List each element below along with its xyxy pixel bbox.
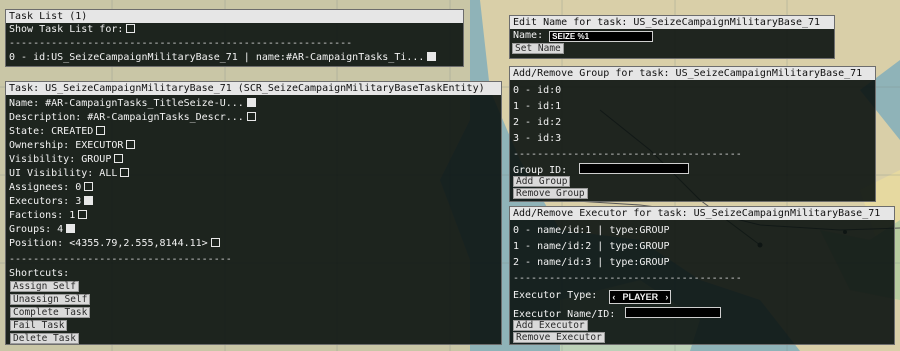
task-field-assignees-checkbox[interactable] <box>84 182 94 191</box>
executor-type-value: PLAYER <box>622 292 659 302</box>
unassign-self-button[interactable]: Unassign Self <box>10 294 91 305</box>
show-task-list-checkbox[interactable] <box>126 24 136 33</box>
task-field-factions-checkbox[interactable] <box>78 210 88 219</box>
assign-self-button[interactable]: Assign Self <box>10 281 79 292</box>
task-field-visibility: Visibility: GROUP <box>6 153 501 167</box>
task-field-ownership: Ownership: EXECUTOR <box>6 139 501 153</box>
task-field-position-checkbox[interactable] <box>210 238 220 247</box>
executor-panel: Add/Remove Executor for task: US_SeizeCa… <box>509 206 895 345</box>
task-field-description-label: Description: #AR-CampaignTasks_Descr... <box>9 112 244 123</box>
executor-name-input[interactable] <box>625 307 722 318</box>
edit-name-input[interactable]: SEIZE %1 <box>549 31 654 42</box>
executor-item[interactable]: 2 - name/id:3 | type:GROUP <box>510 255 894 271</box>
task-field-state: State: CREATED <box>6 125 501 139</box>
executor-item[interactable]: 0 - name/id:1 | type:GROUP <box>510 223 894 239</box>
task-field-state-label: State: CREATED <box>9 126 94 137</box>
task-list-item[interactable]: 0 - id:US_SeizeCampaignMilitaryBase_71 |… <box>6 51 463 65</box>
show-task-list-label: Show Task List for: <box>9 24 124 35</box>
task-list-title: Task List (1) <box>6 10 463 23</box>
executor-panel-separator: -------------------------------------- <box>513 273 742 284</box>
task-field-assignees-label: Assignees: 0 <box>9 182 82 193</box>
task-field-executors-label: Executors: 3 <box>9 196 82 207</box>
group-item[interactable]: 0 - id:0 <box>510 83 875 99</box>
fail-task-button[interactable]: Fail Task <box>10 320 68 331</box>
task-field-assignees: Assignees: 0 <box>6 181 501 195</box>
edit-name-panel: Edit Name for task: US_SeizeCampaignMili… <box>509 15 835 59</box>
shortcuts-label: Shortcuts: <box>9 268 70 279</box>
show-task-list-row: Show Task List for: <box>6 23 463 37</box>
task-field-factions-label: Factions: 1 <box>9 210 76 221</box>
task-list-separator: ----------------------------------------… <box>9 38 353 49</box>
edit-name-row: Name: SEIZE %1 <box>510 29 834 43</box>
executor-panel-title: Add/Remove Executor for task: US_SeizeCa… <box>510 207 894 220</box>
group-id-label: Group ID: <box>513 165 568 176</box>
task-field-ownership-label: Ownership: EXECUTOR <box>9 140 124 151</box>
delete-task-row: Delete Task <box>6 333 501 346</box>
group-item[interactable]: 3 - id:3 <box>510 131 875 147</box>
task-field-ui-visibility: UI Visibility: ALL <box>6 167 501 181</box>
chevron-right-icon[interactable]: › <box>665 292 668 302</box>
group-item[interactable]: 2 - id:2 <box>510 115 875 131</box>
group-panel: Add/Remove Group for task: US_SeizeCampa… <box>509 66 876 202</box>
edit-name-title: Edit Name for task: US_SeizeCampaignMili… <box>510 16 834 29</box>
task-field-factions: Factions: 1 <box>6 209 501 223</box>
set-name-button[interactable]: Set Name <box>512 43 564 54</box>
assign-self-row: Assign Self <box>6 281 501 294</box>
unassign-self-row: Unassign Self <box>6 294 501 307</box>
add-executor-button[interactable]: Add Executor <box>513 320 588 331</box>
edit-name-label: Name: <box>513 30 544 41</box>
executor-name-row: Executor Name/ID: <box>510 307 894 320</box>
task-field-name-checkbox[interactable] <box>246 98 256 107</box>
task-field-groups-label: Groups: 4 <box>9 224 64 235</box>
remove-executor-button[interactable]: Remove Executor <box>513 332 605 343</box>
group-id-row: Group ID: <box>510 163 875 176</box>
task-field-executors: Executors: 3 <box>6 195 501 209</box>
task-list-item-label: 0 - id:US_SeizeCampaignMilitaryBase_71 |… <box>9 52 425 63</box>
executor-name-label: Executor Name/ID: <box>513 309 616 320</box>
task-field-ownership-checkbox[interactable] <box>126 140 136 149</box>
task-field-visibility-label: Visibility: GROUP <box>9 154 112 165</box>
executor-item[interactable]: 1 - name/id:2 | type:GROUP <box>510 239 894 255</box>
task-detail-panel: Task: US_SeizeCampaignMilitaryBase_71 (S… <box>5 81 502 345</box>
add-group-button[interactable]: Add Group <box>513 176 571 187</box>
group-panel-title: Add/Remove Group for task: US_SeizeCampa… <box>510 67 875 80</box>
task-field-name: Name: #AR-CampaignTasks_TitleSeize-U... <box>6 97 501 111</box>
task-field-position-label: Position: <4355.79,2.555,8144.11> <box>9 238 208 249</box>
task-field-ui-visibility-label: UI Visibility: ALL <box>9 168 118 179</box>
task-field-executors-checkbox[interactable] <box>84 196 94 205</box>
task-detail-separator: ------------------------------------- <box>9 254 232 265</box>
complete-task-row: Complete Task <box>6 307 501 320</box>
task-field-name-label: Name: #AR-CampaignTasks_TitleSeize-U... <box>9 98 244 109</box>
executor-type-select[interactable]: ‹ PLAYER › <box>609 290 672 304</box>
task-detail-title: Task: US_SeizeCampaignMilitaryBase_71 (S… <box>6 82 501 95</box>
task-field-ui-visibility-checkbox[interactable] <box>120 168 130 177</box>
complete-task-button[interactable]: Complete Task <box>10 307 91 318</box>
group-id-input[interactable] <box>579 163 690 174</box>
group-item[interactable]: 1 - id:1 <box>510 99 875 115</box>
group-panel-separator: -------------------------------------- <box>513 149 742 160</box>
task-field-position: Position: <4355.79,2.555,8144.11> <box>6 237 501 251</box>
task-field-description: Description: #AR-CampaignTasks_Descr... <box>6 111 501 125</box>
task-field-groups: Groups: 4 <box>6 223 501 237</box>
remove-group-button[interactable]: Remove Group <box>513 188 588 199</box>
task-list-item-checkbox[interactable] <box>427 52 437 61</box>
task-field-description-checkbox[interactable] <box>246 112 256 121</box>
task-field-groups-checkbox[interactable] <box>66 224 76 233</box>
fail-task-row: Fail Task <box>6 320 501 333</box>
task-list-panel: Task List (1) Show Task List for: ------… <box>5 9 464 67</box>
task-field-visibility-checkbox[interactable] <box>114 154 124 163</box>
executor-type-row: Executor Type: ‹ PLAYER › <box>510 287 894 304</box>
delete-task-button[interactable]: Delete Task <box>10 333 79 344</box>
task-field-state-checkbox[interactable] <box>96 126 106 135</box>
executor-type-label: Executor Type: <box>513 290 598 301</box>
